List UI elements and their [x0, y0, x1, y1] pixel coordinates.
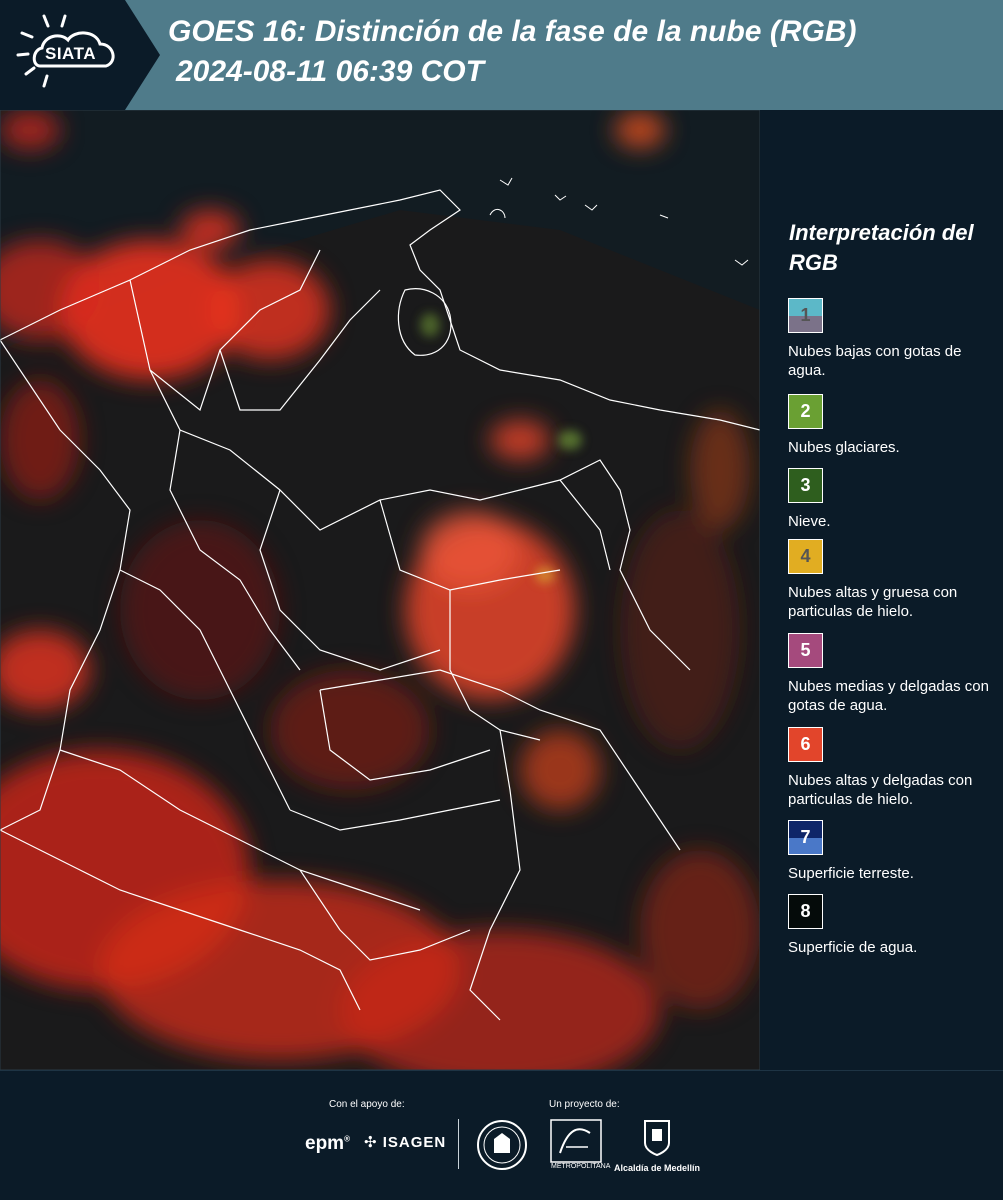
area-metropolitana-text: METROPOLITANA: [551, 1163, 611, 1170]
alcaldia-label: Alcaldía de Medellín: [614, 1163, 701, 1173]
legend-swatch-3: 3: [788, 468, 823, 503]
siata-logo-text: SIATA: [45, 44, 96, 63]
legend-swatch-6: 6: [788, 727, 823, 762]
legend-label-5: Nubes medias y delgadas con gotas de agu…: [788, 678, 989, 714]
project-label: Un proyecto de:: [549, 1099, 620, 1110]
epm-logo-text: epm: [305, 1133, 345, 1154]
legend-label-8: Superficie de agua.: [788, 939, 918, 956]
legend-item-5: 5 Nubes medias y delgadas con gotas de a…: [788, 633, 998, 715]
university-seal-icon: [476, 1119, 528, 1171]
legend-swatch-5: 5: [788, 633, 823, 668]
legend-title: Interpretación del RGB: [789, 220, 974, 275]
legend-swatch-1: 1: [788, 298, 823, 333]
legend-item-8: 8 Superficie de agua.: [788, 894, 998, 957]
legend-label-4: Nubes altas y gruesa con particulas de h…: [788, 584, 958, 620]
legend-item-3: 3 Nieve.: [788, 468, 998, 531]
legend-swatch-7: 7: [788, 820, 823, 855]
siata-logo: SIATA: [0, 0, 160, 110]
legend-panel: Interpretación del RGB 1 Nubes bajas con…: [760, 110, 1003, 1070]
legend-item-6: 6 Nubes altas y delgadas con particulas …: [788, 727, 998, 809]
support-label: Con el apoyo de:: [329, 1099, 405, 1110]
legend-number-5: 5: [800, 640, 811, 660]
isagen-logo: ✣ ISAGEN: [364, 1134, 447, 1151]
header-bar: SIATA GOES 16: Distinción de la fase de …: [0, 0, 1003, 110]
epm-logo: epm®: [305, 1133, 350, 1154]
footer-bar: Con el apoyo de: Un proyecto de: epm® ✣ …: [0, 1070, 1003, 1200]
legend-number-2: 2: [800, 401, 811, 421]
legend-swatch-2: 2: [788, 394, 823, 429]
legend-item-1: 1 Nubes bajas con gotas de agua.: [788, 298, 998, 380]
footer-divider: [458, 1119, 459, 1169]
legend-number-3: 3: [800, 475, 811, 495]
legend-number-7: 7: [800, 827, 811, 847]
legend-number-8: 8: [800, 901, 811, 921]
legend-swatch-4: 4: [788, 539, 823, 574]
legend-number-4: 4: [800, 546, 811, 566]
legend-label-1: Nubes bajas con gotas de agua.: [788, 343, 962, 379]
legend-item-4: 4 Nubes altas y gruesa con particulas de…: [788, 539, 998, 621]
page-title: GOES 16: Distinción de la fase de la nub…: [168, 15, 857, 48]
image-datetime: 2024-08-11 06:39 COT: [176, 55, 484, 88]
legend-swatch-8: 8: [788, 894, 823, 929]
legend-item-7: 7 Superficie terreste.: [788, 820, 998, 883]
legend-item-2: 2 Nubes glaciares.: [788, 394, 998, 457]
legend-number-6: 6: [800, 734, 811, 754]
alcaldia-shield-icon: [643, 1119, 671, 1157]
satellite-map: [0, 110, 760, 1070]
legend-label-3: Nieve.: [788, 513, 831, 530]
isagen-logo-text: ISAGEN: [382, 1134, 447, 1151]
legend-label-2: Nubes glaciares.: [788, 439, 900, 456]
legend-number-1: 1: [800, 305, 811, 325]
legend-label-7: Superficie terreste.: [788, 865, 914, 882]
legend-label-6: Nubes altas y delgadas con particulas de…: [788, 772, 973, 808]
